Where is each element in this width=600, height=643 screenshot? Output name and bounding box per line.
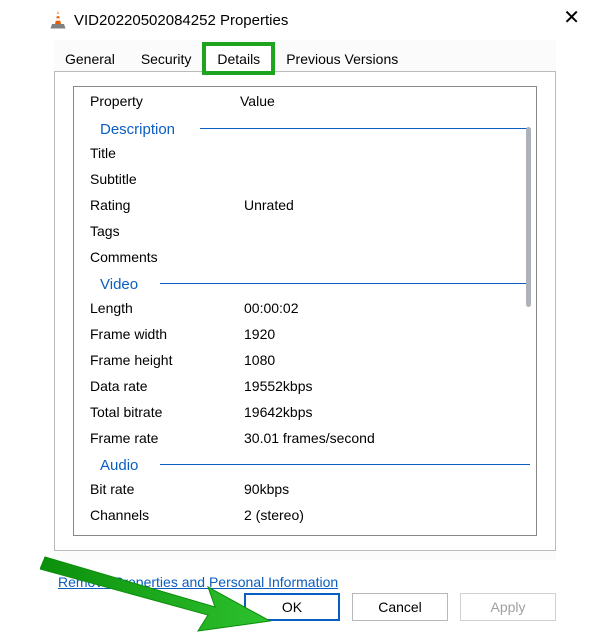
row-data-rate[interactable]: Data rate 19552kbps — [90, 373, 536, 399]
remove-properties-link[interactable]: Remove Properties and Personal Informati… — [58, 574, 338, 590]
tab-general[interactable]: General — [52, 44, 128, 72]
dialog-buttons: OK Cancel Apply — [244, 593, 556, 621]
tab-details-label: Details — [217, 51, 260, 67]
details-list: Property Value Description Title Subtitl… — [73, 86, 537, 536]
header-value[interactable]: Value — [240, 93, 536, 109]
window-title: VID20220502084252 Properties — [74, 12, 288, 29]
row-frame-width[interactable]: Frame width 1920 — [90, 321, 536, 347]
remove-properties-link-area: Remove Properties and Personal Informati… — [58, 574, 600, 590]
row-total-bitrate[interactable]: Total bitrate 19642kbps — [90, 399, 536, 425]
row-length[interactable]: Length 00:00:02 — [90, 295, 536, 321]
group-video: Video — [90, 270, 536, 295]
details-panel: Property Value Description Title Subtitl… — [54, 71, 556, 551]
row-title[interactable]: Title — [90, 140, 536, 166]
row-channels[interactable]: Channels 2 (stereo) — [90, 502, 536, 528]
row-bit-rate[interactable]: Bit rate 90kbps — [90, 476, 536, 502]
row-tags[interactable]: Tags — [90, 218, 536, 244]
tab-details[interactable]: Details — [204, 44, 273, 72]
row-rating[interactable]: Rating Unrated — [90, 192, 536, 218]
titlebar: VID20220502084252 Properties — [38, 0, 600, 40]
row-frame-height[interactable]: Frame height 1080 — [90, 347, 536, 373]
tab-strip: General Security Details Previous Versio… — [52, 40, 556, 72]
vlc-icon — [50, 11, 66, 29]
row-comments[interactable]: Comments — [90, 244, 536, 270]
column-headers: Property Value — [74, 87, 536, 115]
header-property[interactable]: Property — [90, 93, 240, 109]
apply-button: Apply — [460, 593, 556, 621]
row-frame-rate[interactable]: Frame rate 30.01 frames/second — [90, 425, 536, 451]
scrollbar-thumb[interactable] — [526, 127, 531, 307]
row-sample-rate[interactable]: Audio sample rate 48.000 kHz — [90, 528, 536, 536]
row-subtitle[interactable]: Subtitle — [90, 166, 536, 192]
properties-dialog: VID20220502084252 Properties ✕ General S… — [0, 0, 600, 643]
group-audio: Audio — [90, 451, 536, 476]
group-description: Description — [90, 115, 536, 140]
cancel-button[interactable]: Cancel — [352, 593, 448, 621]
tab-previous-versions[interactable]: Previous Versions — [273, 44, 411, 72]
close-button[interactable]: ✕ — [563, 8, 580, 28]
ok-button[interactable]: OK — [244, 593, 340, 621]
tab-security[interactable]: Security — [128, 44, 205, 72]
